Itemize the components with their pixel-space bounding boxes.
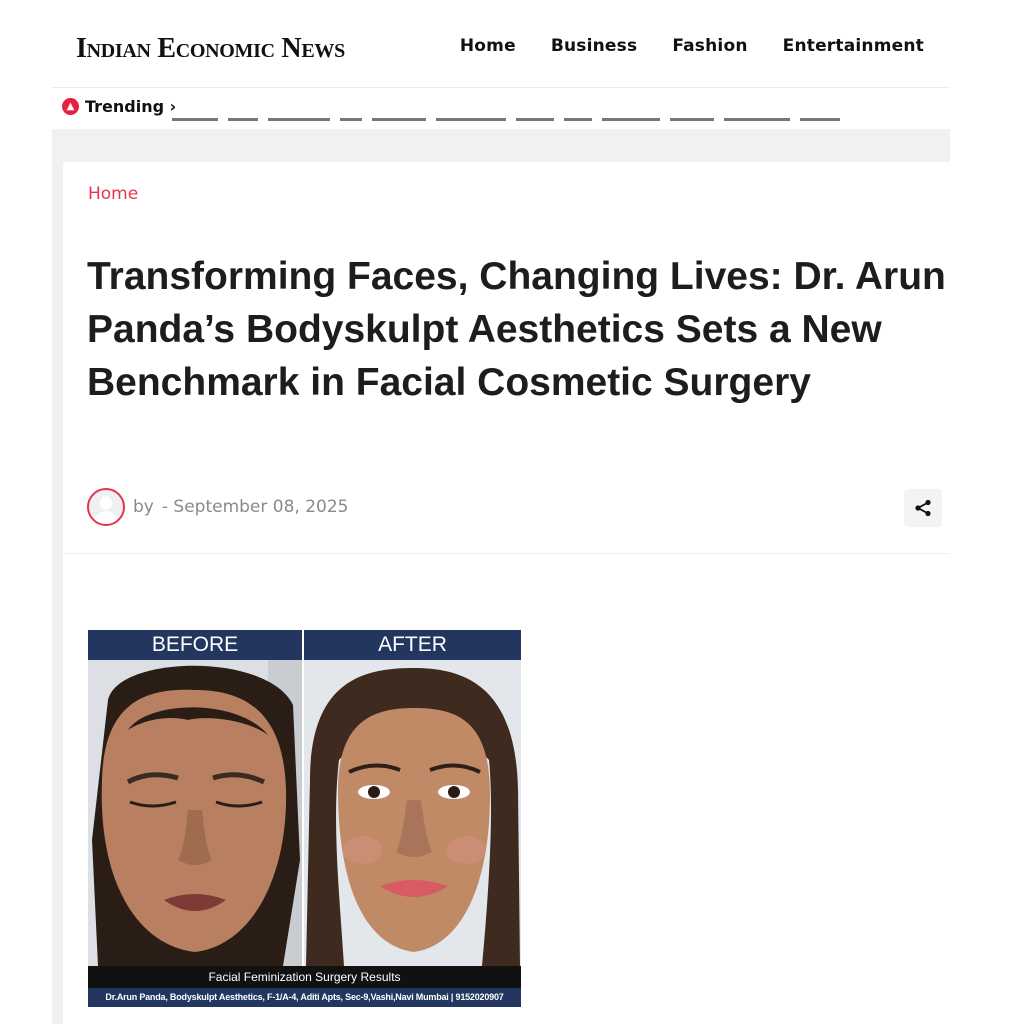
after-label: AFTER [304, 630, 521, 660]
article-title: Transforming Faces, Changing Lives: Dr. … [87, 255, 946, 404]
trending-label[interactable]: ▲ Trending › [62, 97, 176, 116]
image-caption: Facial Feminization Surgery Results [88, 966, 521, 988]
share-button[interactable] [904, 489, 942, 527]
share-icon [915, 499, 931, 517]
before-photo [88, 660, 302, 966]
nav-entertainment[interactable]: Entertainment [783, 36, 924, 56]
nav-fashion[interactable]: Fashion [672, 36, 747, 56]
trending-text: Trending › [85, 97, 177, 116]
trending-bar: ▲ Trending › [52, 89, 950, 129]
before-label: BEFORE [88, 630, 302, 660]
image-footer: Dr.Arun Panda, Bodyskulpt Aesthetics, F-… [88, 988, 521, 1007]
site-logo[interactable]: Indian Economic News [76, 32, 345, 66]
nav-business[interactable]: Business [551, 36, 637, 56]
meta-divider [63, 553, 950, 554]
after-photo [304, 660, 521, 966]
breadcrumb-home[interactable]: Home [88, 184, 138, 204]
user-avatar-icon[interactable] [87, 488, 125, 526]
trending-dot-icon: ▲ [62, 98, 79, 115]
main-nav: Home Business Fashion Entertainment [460, 36, 924, 56]
article-meta: by - September 08, 2025 [87, 488, 348, 526]
article-image[interactable]: BEFORE AFTER Facial Feminization Surgery… [88, 630, 521, 1007]
site-header: Indian Economic News Home Business Fashi… [52, 0, 950, 88]
author-by: by [133, 497, 154, 517]
nav-home[interactable]: Home [460, 36, 516, 56]
trending-ticker[interactable] [172, 118, 872, 122]
publish-date: - September 08, 2025 [161, 497, 349, 517]
